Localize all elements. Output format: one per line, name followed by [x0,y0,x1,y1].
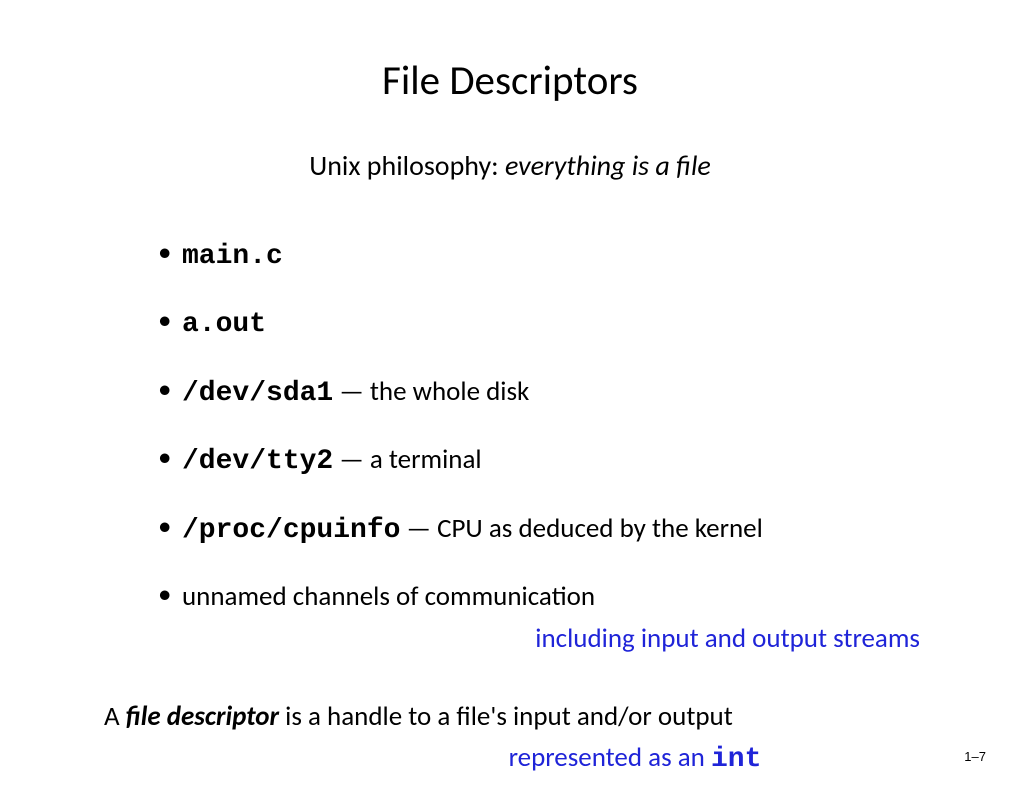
bullet-item: a.out [158,305,910,343]
subtitle-italic: everything is a file [505,148,711,183]
bullet-code: /dev/sda1 [182,378,333,409]
summary-pre: A [104,700,126,733]
slide-subtitle: Unix philosophy: everything is a file [90,148,930,183]
bullet-rest: — CPU as deduced by the kernel [400,512,762,545]
summary-term: file descriptor [126,700,279,733]
bullet-code: a.out [182,309,266,340]
bullet-subnote: including input and output streams [90,622,930,655]
page-number: 1–7 [964,749,986,764]
bullet-rest: — the whole disk [333,375,529,408]
summary-sub-code: int [711,744,761,775]
bullet-item: /proc/cpuinfo — CPU as deduced by the ke… [158,511,910,549]
bullet-item: main.c [158,237,910,275]
bullet-rest: — a terminal [333,443,481,476]
bullet-rest: unnamed channels of communication [182,580,595,613]
summary-subline: represented as an int [340,741,930,775]
slide-title: File Descriptors [90,56,930,106]
bullet-code: /dev/tty2 [182,446,333,477]
bullet-code: /proc/cpuinfo [182,515,400,546]
summary-sub-blue: represented as an [509,741,711,774]
summary-line: A file descriptor is a handle to a file'… [104,699,920,735]
subtitle-prefix: Unix philosophy: [309,148,505,183]
bullet-item: unnamed channels of communication [158,579,910,614]
bullet-item: /dev/tty2 — a terminal [158,442,910,480]
bullet-code: main.c [182,241,283,272]
bullet-item: /dev/sda1 — the whole disk [158,374,910,412]
summary-post: is a handle to a file's input and/or out… [279,700,733,733]
bullet-list: main.c a.out /dev/sda1 — the whole disk … [158,237,910,614]
